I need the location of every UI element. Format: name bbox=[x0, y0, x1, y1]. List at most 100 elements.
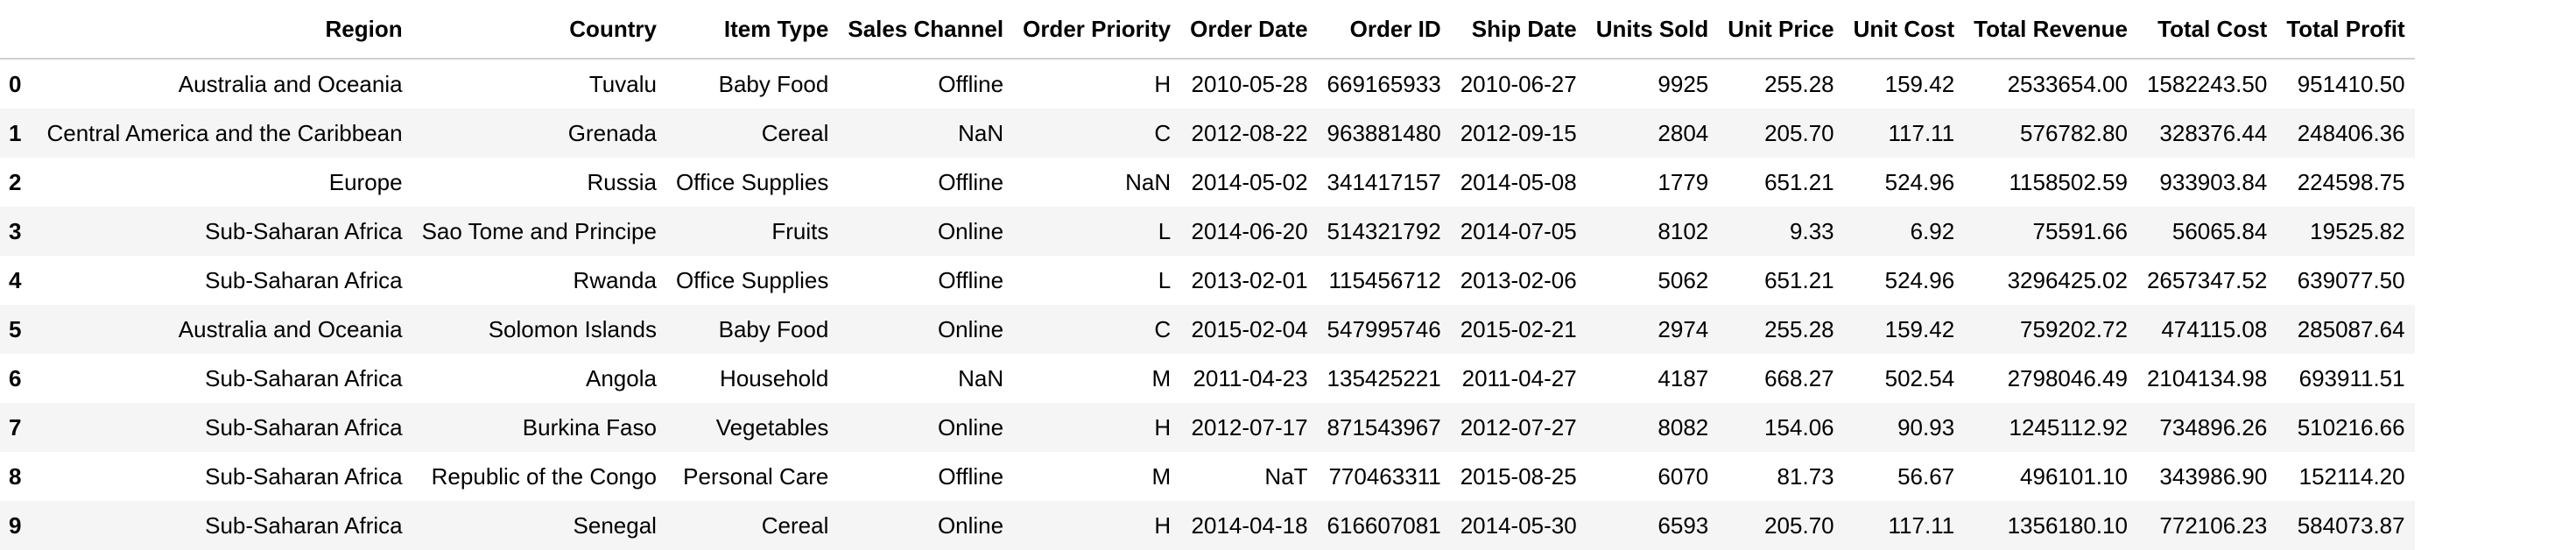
cell-order-date: 2015-02-04 bbox=[1191, 315, 1308, 342]
cell-total-profit: 693911.51 bbox=[2298, 364, 2405, 391]
cell-unit-price: 154.06 bbox=[1764, 413, 1834, 441]
row-index: 1 bbox=[9, 119, 22, 146]
column-header-order-date: Order Date bbox=[1180, 0, 1318, 60]
cell-unit-cost: 117.11 bbox=[1888, 511, 1955, 539]
cell-total-profit: 224598.75 bbox=[2297, 168, 2405, 195]
cell-unit-price: 255.28 bbox=[1764, 70, 1834, 97]
table-row: 3 Sub-Saharan Africa Sao Tome and Principe… bbox=[0, 207, 2415, 256]
cell-country: Sao Tome and Principe bbox=[421, 217, 657, 244]
cell-total-profit: 152114.20 bbox=[2298, 462, 2405, 490]
table-row: 2 Europe Russia Office Supplies Offline NaN 20… bbox=[0, 158, 2415, 207]
column-header-unit-price: Unit Price bbox=[1718, 0, 1844, 60]
cell-total-cost: 734896.26 bbox=[2159, 413, 2268, 441]
cell-country: Russia bbox=[587, 168, 657, 195]
cell-unit-price: 205.70 bbox=[1764, 119, 1834, 146]
row-index: 0 bbox=[9, 70, 22, 97]
cell-units-sold: 1779 bbox=[1658, 168, 1709, 195]
cell-order-date: 2014-04-18 bbox=[1191, 511, 1308, 539]
cell-unit-cost: 159.42 bbox=[1884, 70, 1955, 97]
cell-item-type: Baby Food bbox=[718, 315, 829, 342]
cell-item-type: Household bbox=[720, 364, 829, 391]
table-row: 4 Sub-Saharan Africa Rwanda Office Supplies… bbox=[0, 256, 2415, 305]
cell-order-priority: H bbox=[1154, 70, 1172, 97]
cell-unit-cost: 6.92 bbox=[1910, 217, 1955, 244]
cell-item-type: Office Supplies bbox=[675, 168, 829, 195]
cell-total-revenue: 3296425.02 bbox=[2007, 266, 2128, 293]
cell-item-type: Cereal bbox=[761, 119, 829, 146]
cell-order-date: 2011-04-23 bbox=[1193, 364, 1308, 391]
cell-unit-cost: 502.54 bbox=[1884, 364, 1955, 391]
column-header-total-cost: Total Cost bbox=[2136, 0, 2277, 60]
cell-units-sold: 6593 bbox=[1658, 511, 1709, 539]
table-header: Region Country Item Type Sales Channel O… bbox=[0, 0, 2415, 60]
cell-order-priority: NaN bbox=[1125, 168, 1172, 195]
cell-order-id: 547995746 bbox=[1327, 315, 1441, 342]
cell-order-id: 341417157 bbox=[1327, 168, 1441, 195]
cell-order-id: 963881480 bbox=[1327, 119, 1441, 146]
cell-unit-cost: 159.42 bbox=[1884, 315, 1955, 342]
cell-unit-price: 9.33 bbox=[1790, 217, 1834, 244]
cell-region: Sub-Saharan Africa bbox=[205, 511, 403, 539]
cell-order-id: 669165933 bbox=[1327, 70, 1441, 97]
cell-sales-channel: Online bbox=[937, 315, 1004, 342]
cell-total-cost: 56065.84 bbox=[2171, 217, 2268, 244]
cell-order-priority: H bbox=[1154, 413, 1172, 441]
cell-total-cost: 933903.84 bbox=[2159, 168, 2268, 195]
cell-item-type: Baby Food bbox=[718, 70, 829, 97]
cell-sales-channel: NaN bbox=[958, 364, 1004, 391]
cell-order-priority: H bbox=[1154, 511, 1172, 539]
cell-units-sold: 2974 bbox=[1658, 315, 1709, 342]
cell-total-profit: 19525.82 bbox=[2310, 217, 2405, 244]
cell-country: Burkina Faso bbox=[522, 413, 657, 441]
cell-region: Sub-Saharan Africa bbox=[205, 217, 403, 244]
column-header-order-priority: Order Priority bbox=[1013, 0, 1181, 60]
cell-units-sold: 6070 bbox=[1658, 462, 1709, 490]
cell-ship-date: 2012-07-27 bbox=[1460, 413, 1577, 441]
cell-ship-date: 2011-04-27 bbox=[1461, 364, 1577, 391]
cell-total-revenue: 75591.66 bbox=[2032, 217, 2128, 244]
cell-item-type: Personal Care bbox=[683, 462, 829, 490]
cell-ship-date: 2014-05-08 bbox=[1460, 168, 1577, 195]
row-index: 7 bbox=[9, 413, 22, 441]
column-header-region: Region bbox=[37, 0, 412, 60]
cell-sales-channel: Online bbox=[937, 217, 1004, 244]
table-row: 6 Sub-Saharan Africa Angola Household NaN M 20… bbox=[0, 354, 2415, 403]
cell-ship-date: 2014-07-05 bbox=[1460, 217, 1577, 244]
cell-units-sold: 2804 bbox=[1658, 119, 1709, 146]
cell-total-revenue: 1158502.59 bbox=[2009, 168, 2128, 195]
cell-unit-cost: 524.96 bbox=[1884, 168, 1955, 195]
cell-total-cost: 343986.90 bbox=[2159, 462, 2268, 490]
cell-ship-date: 2013-02-06 bbox=[1460, 266, 1577, 293]
cell-order-date: 2012-08-22 bbox=[1191, 119, 1308, 146]
table-row: 7 Sub-Saharan Africa Burkina Faso Vegetable… bbox=[0, 403, 2415, 452]
cell-unit-cost: 56.67 bbox=[1897, 462, 1955, 490]
cell-region: Sub-Saharan Africa bbox=[205, 364, 403, 391]
row-index: 5 bbox=[9, 315, 22, 342]
cell-order-id: 115456712 bbox=[1328, 266, 1441, 293]
cell-country: Republic of the Congo bbox=[431, 462, 657, 490]
cell-total-revenue: 759202.72 bbox=[2020, 315, 2128, 342]
cell-order-date: NaT bbox=[1264, 462, 1308, 490]
cell-sales-channel: NaN bbox=[958, 119, 1004, 146]
cell-units-sold: 5062 bbox=[1658, 266, 1709, 293]
cell-order-id: 135425221 bbox=[1327, 364, 1441, 391]
cell-unit-price: 205.70 bbox=[1764, 511, 1834, 539]
cell-total-revenue: 496101.10 bbox=[2020, 462, 2128, 490]
cell-order-id: 770463311 bbox=[1328, 462, 1441, 490]
cell-unit-price: 668.27 bbox=[1764, 364, 1834, 391]
cell-order-date: 2014-05-02 bbox=[1191, 168, 1308, 195]
cell-total-profit: 285087.64 bbox=[2297, 315, 2405, 342]
table-row: 9 Sub-Saharan Africa Senegal Cereal Online H 2… bbox=[0, 501, 2415, 550]
cell-total-cost: 772106.23 bbox=[2159, 511, 2268, 539]
cell-sales-channel: Online bbox=[937, 413, 1004, 441]
cell-ship-date: 2015-08-25 bbox=[1460, 462, 1577, 490]
table-row: 5 Australia and Oceania Solomon Islands Bab… bbox=[0, 305, 2415, 354]
column-header-total-revenue: Total Revenue bbox=[1964, 0, 2137, 60]
cell-order-date: 2014-06-20 bbox=[1191, 217, 1308, 244]
cell-region: Sub-Saharan Africa bbox=[205, 413, 403, 441]
cell-total-revenue: 1245112.92 bbox=[2009, 413, 2128, 441]
cell-country: Grenada bbox=[567, 119, 657, 146]
column-header-item-type: Item Type bbox=[665, 0, 839, 60]
cell-sales-channel: Offline bbox=[938, 168, 1004, 195]
cell-country: Solomon Islands bbox=[488, 315, 657, 342]
